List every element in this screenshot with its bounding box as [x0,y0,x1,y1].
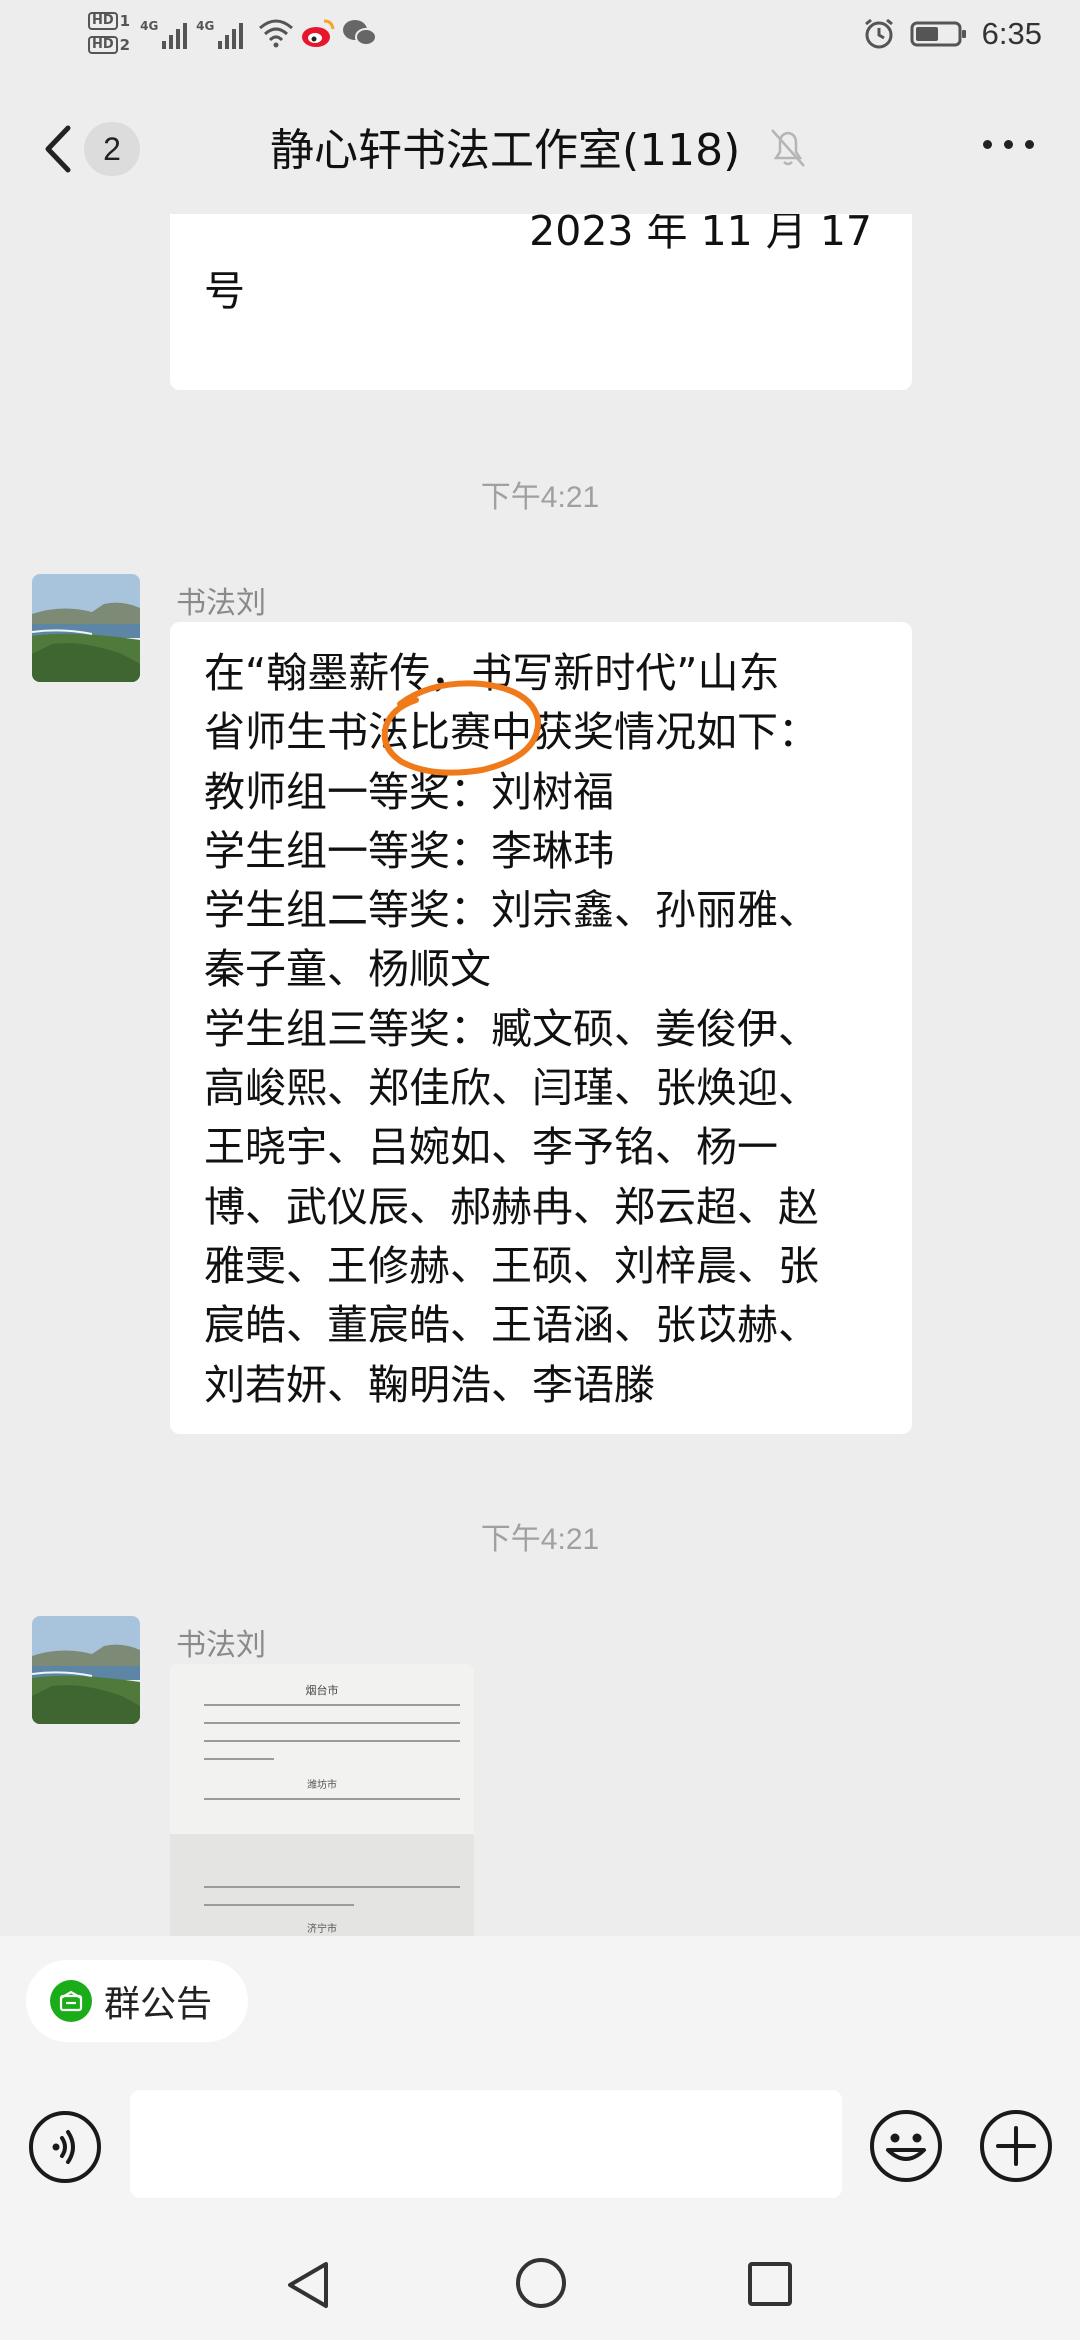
previous-message-line2: 号 [204,267,245,315]
image-text-row [204,1798,460,1800]
nav-home-icon[interactable] [514,2256,568,2310]
image-subheading-1: 潍坊市 [307,1780,337,1791]
message-line: 雅雯、王修赫、王硕、刘梓晨、张 [204,1241,819,1290]
image-message[interactable]: 烟台市 潍坊市 济宁市 [170,1664,474,1936]
nav-recent-icon[interactable] [744,2258,796,2310]
sender-name: 书法刘 [176,586,266,621]
avatar[interactable] [32,1616,140,1724]
message-line: 王晓宇、吕婉如、李予铭、杨一 [204,1123,778,1172]
system-navigation-bar [0,2228,1080,2340]
wifi-icon [259,19,294,48]
network1-label: 4G [140,19,159,33]
sim-tags: HD 1 HD 2 [88,12,130,54]
message-bubble-previous[interactable]: 2023 年 11 月 17 号 [170,214,912,390]
message-bubble-award-list[interactable]: 在“翰墨薪传，书写新时代”山东 省师生书法比赛中获奖情况如下： 教师组一等奖：刘… [170,622,912,1434]
mute-icon [771,129,805,167]
image-text-row [204,1740,460,1742]
signal-icon: 4G [140,13,192,53]
announcement-bar: 群公告 [0,1936,1080,2058]
announcement-label: 群公告 [104,1984,213,2025]
sim2-number: 2 [119,36,131,54]
message-line: 高峻熙、郑佳欣、闫瑾、张焕迎、 [204,1064,819,1113]
message-line: 省师生书法比赛中获奖情况如下： [204,708,819,757]
image-text-row [204,1704,460,1706]
back-icon[interactable] [38,122,78,176]
message-line: 秦子童、杨顺文 [204,945,491,994]
image-text-row [204,1904,354,1906]
message-line: 学生组一等奖：李琳玮 [204,826,614,875]
sim2-tag: HD 2 [88,36,130,54]
battery-icon [910,21,966,47]
message-line: 教师组一等奖：刘树福 [204,767,614,816]
message-input[interactable] [130,2090,842,2198]
chat-messages[interactable]: 2023 年 11 月 17 号 下午4:21 书法刘 在“翰墨薪传，书写新时代… [0,214,1080,1936]
wechat-icon [343,20,378,46]
image-text-row [204,1722,460,1724]
clock: 6:35 [981,16,1042,51]
nav-back-icon[interactable] [282,2258,334,2312]
group-announcement-button[interactable]: 群公告 [26,1960,248,2042]
sim2-hd-label: HD [88,36,118,54]
sim1-number: 1 [119,12,131,30]
message-line: 学生组二等奖：刘宗鑫、孙丽雅、 [204,886,819,935]
avatar[interactable] [32,574,140,682]
image-subheading-2: 济宁市 [307,1924,337,1935]
announcement-icon [50,1980,92,2022]
more-icon[interactable] [983,140,1034,149]
plus-icon[interactable] [978,2108,1054,2184]
message-line: 在“翰墨薪传，书写新时代”山东 [204,649,780,697]
input-bar [0,2058,1080,2228]
alarm-icon [864,18,893,49]
unread-count-badge[interactable]: 2 [84,122,140,176]
chat-title: 静心轩书法工作室(118) [270,125,741,176]
image-heading: 烟台市 [305,1684,339,1697]
emoji-icon[interactable] [868,2108,944,2184]
status-right: 6:35 [862,16,1042,52]
chat-header: 2 静心轩书法工作室(118) [0,84,1080,214]
sim1-hd-label: HD [88,12,118,30]
message-line: 刘若妍、鞠明浩、李语滕 [204,1360,655,1409]
message-line: 宸皓、董宸皓、王语涵、张苡赫、 [204,1301,819,1350]
previous-message-line1: 2023 年 11 月 17 [529,214,872,255]
image-text-row [204,1758,274,1760]
sender-name: 书法刘 [176,1628,266,1663]
timestamp-1: 下午4:21 [480,481,600,514]
image-text-row [204,1886,460,1888]
sim1-tag: HD 1 [88,12,130,30]
status-bar: HD 1 HD 2 4G 4G 6:35 [0,0,1080,84]
timestamp-2: 下午4:21 [480,1523,600,1556]
voice-icon[interactable] [28,2110,102,2184]
message-line: 学生组三等奖：臧文硕、姜俊伊、 [204,1004,819,1053]
status-left: HD 1 HD 2 4G 4G [88,12,378,54]
network2-label: 4G [196,19,215,33]
message-line: 博、武仪辰、郝赫冉、郑云超、赵 [204,1182,819,1231]
weibo-icon [302,19,335,47]
signal-icon-2: 4G [196,13,248,53]
